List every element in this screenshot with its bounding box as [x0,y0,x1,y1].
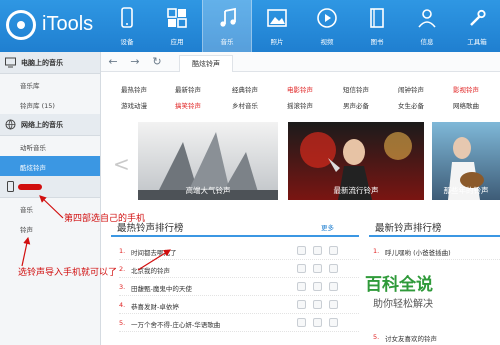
annotation-import: 选铃声导入手机就可以了 [18,268,118,278]
annotation-arrows [21,195,172,271]
annotation-step4: 第四部选自己的手机 [64,214,146,224]
